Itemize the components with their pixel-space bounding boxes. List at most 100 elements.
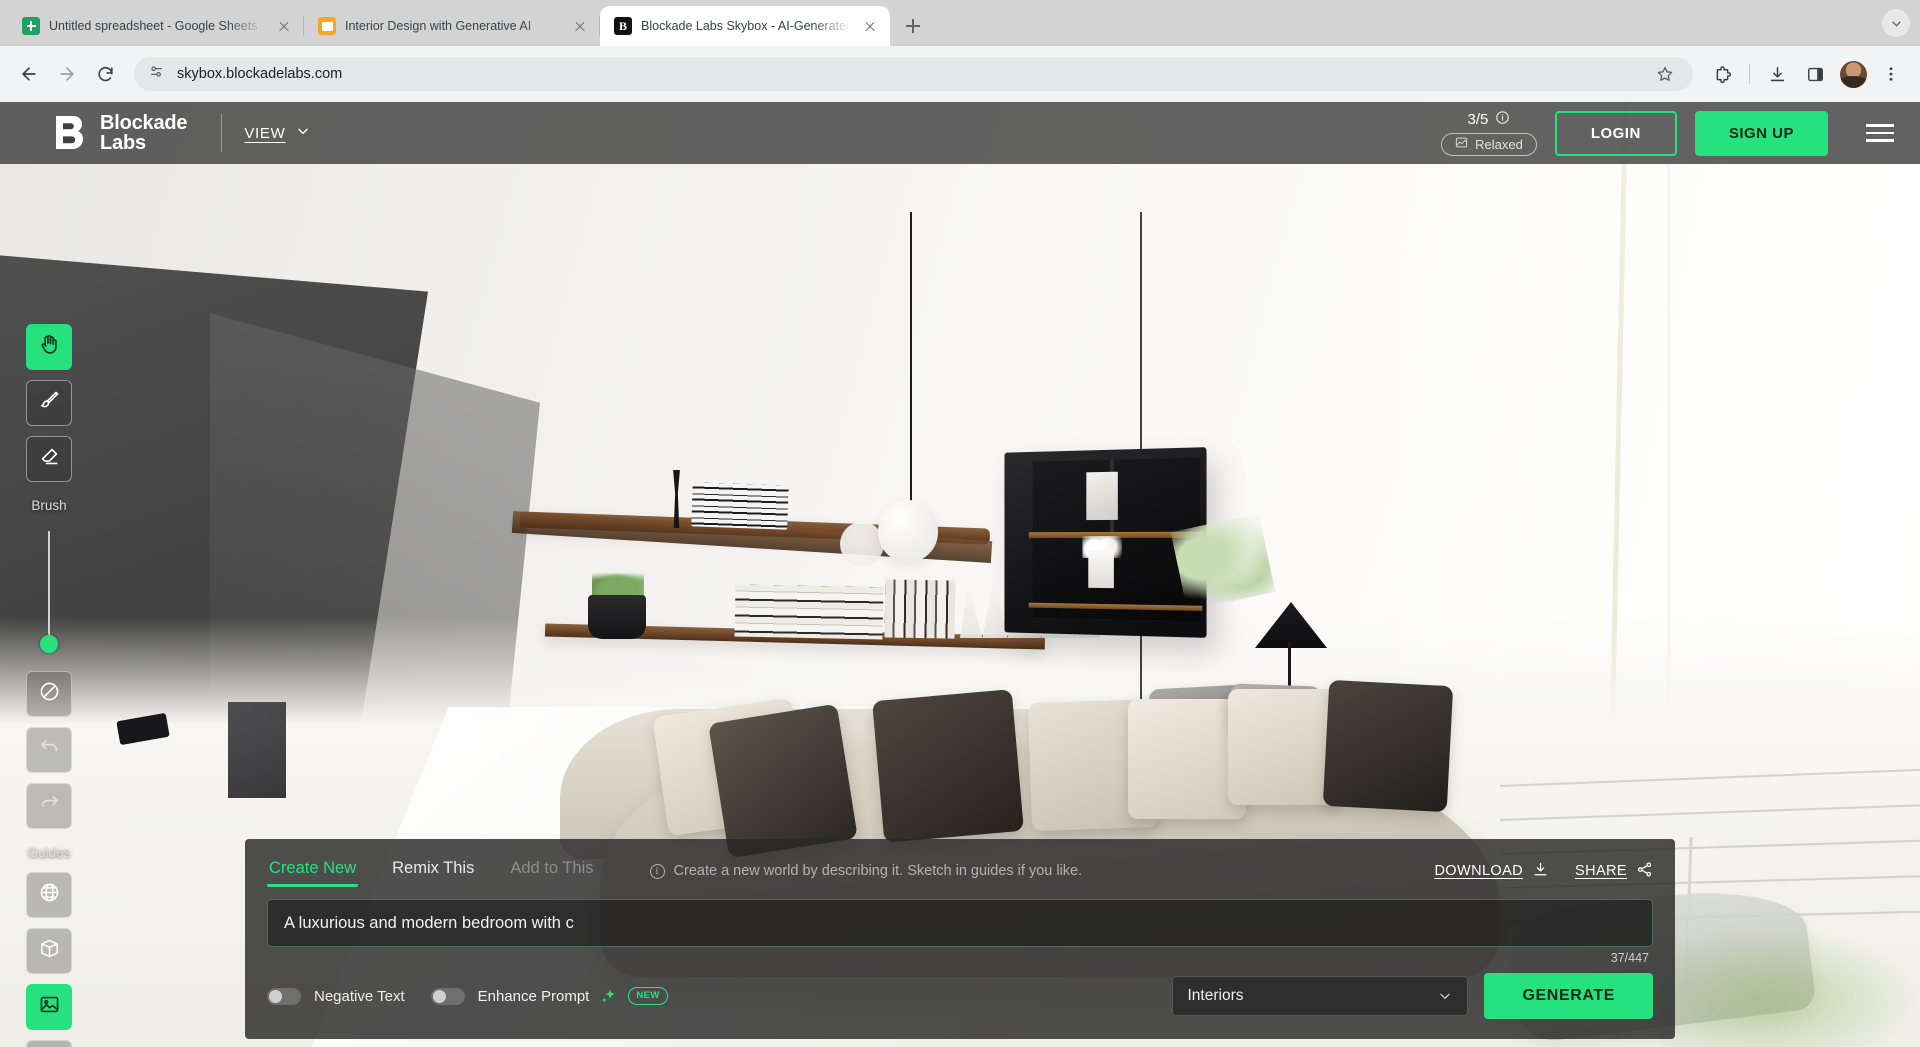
- share-icon: [1636, 861, 1653, 882]
- tab-strip-actions: [1882, 0, 1920, 46]
- back-arrow-icon[interactable]: [12, 57, 46, 91]
- browser-tab-3[interactable]: B Blockade Labs Skybox - AI-Generated 36…: [600, 6, 890, 46]
- chevron-down-icon: [295, 123, 311, 144]
- reload-icon[interactable]: [88, 57, 122, 91]
- close-icon[interactable]: [570, 16, 590, 36]
- generate-button[interactable]: GENERATE: [1484, 973, 1653, 1019]
- download-icon: [1532, 861, 1549, 882]
- browser-tab-1[interactable]: Untitled spreadsheet - Google Sheets: [8, 6, 304, 46]
- prompt-options-row: Negative Text Enhance Prompt NEW Interio…: [267, 973, 1653, 1019]
- style-select[interactable]: Interiors: [1172, 976, 1468, 1016]
- guide-cube[interactable]: [26, 928, 72, 974]
- side-panel-icon[interactable]: [1798, 57, 1832, 91]
- forward-arrow-icon[interactable]: [50, 57, 84, 91]
- browser-tab-2[interactable]: Interior Design with Generative AI: [304, 6, 600, 46]
- tool-rail: Brush Guides: [26, 324, 72, 1047]
- globe-icon: [38, 881, 61, 909]
- prompt-input-wrapper: 37/447: [267, 899, 1653, 947]
- browser-tab-title: Blockade Labs Skybox - AI-Generated 360°…: [641, 19, 851, 33]
- chevron-down-icon[interactable]: [1882, 9, 1910, 37]
- signup-button[interactable]: SIGN UP: [1695, 111, 1828, 156]
- toolbar-divider: [1749, 64, 1750, 84]
- brand-name: Blockade Labs: [100, 113, 187, 154]
- brush-size-slider[interactable]: [48, 531, 50, 651]
- browser-toolbar: skybox.blockadelabs.com: [0, 46, 1920, 102]
- tab-create-new[interactable]: Create New: [267, 855, 358, 887]
- share-label: SHARE: [1575, 863, 1627, 879]
- guide-sphere[interactable]: [26, 872, 72, 918]
- browser-tab-title: Untitled spreadsheet - Google Sheets: [49, 19, 265, 33]
- style-select-value: Interiors: [1187, 987, 1243, 1005]
- guide-depth[interactable]: [26, 1040, 72, 1047]
- credits-row: 3/5: [1468, 110, 1511, 129]
- avatar[interactable]: [1836, 57, 1870, 91]
- sheets-icon: [22, 17, 40, 35]
- brush-size-handle[interactable]: [40, 635, 58, 653]
- queue-icon: [1455, 136, 1468, 152]
- prompt-actions: DOWNLOAD SHARE: [1434, 861, 1653, 882]
- hamburger-menu-icon[interactable]: [1860, 118, 1900, 148]
- site-settings-icon[interactable]: [148, 63, 165, 85]
- prompt-input[interactable]: [267, 899, 1653, 947]
- new-tab-button[interactable]: [898, 11, 928, 41]
- browser-tab-title: Interior Design with Generative AI: [345, 19, 561, 33]
- enhance-prompt-toggle[interactable]: [431, 988, 465, 1005]
- scene-outdoor-greenery: [1660, 927, 1920, 1047]
- negative-text-label: Negative Text: [314, 988, 405, 1005]
- app-header: Blockade Labs VIEW 3/5: [0, 102, 1920, 164]
- queue-status-badge[interactable]: Relaxed: [1441, 133, 1537, 156]
- tab-add-to-this: Add to This: [508, 855, 595, 887]
- address-bar[interactable]: skybox.blockadelabs.com: [134, 57, 1693, 91]
- negative-text-toggle[interactable]: [267, 988, 301, 1005]
- redo-arrow-icon: [38, 792, 61, 820]
- pan-tool[interactable]: [26, 324, 72, 370]
- download-button[interactable]: DOWNLOAD: [1434, 861, 1549, 882]
- brush-label: Brush: [31, 498, 66, 513]
- scene-books-top-shelf: [691, 482, 788, 529]
- info-icon: i: [650, 864, 665, 879]
- redo-tool[interactable]: [26, 783, 72, 829]
- prompt-tabs-row: Create New Remix This Add to This i Crea…: [267, 855, 1653, 887]
- tab-remix-this[interactable]: Remix This: [390, 855, 476, 887]
- brand-line-2: Labs: [100, 132, 146, 154]
- prompt-hint-text: Create a new world by describing it. Ske…: [674, 863, 1083, 879]
- credits-count: 3/5: [1468, 111, 1489, 128]
- scene-books-bottom-shelf: [884, 579, 955, 638]
- guide-image[interactable]: [26, 984, 72, 1030]
- no-entry-icon: [38, 680, 61, 708]
- clear-tool[interactable]: [26, 671, 72, 717]
- blockade-b-logo: [52, 114, 86, 152]
- undo-arrow-icon: [38, 736, 61, 764]
- hand-icon: [38, 333, 61, 361]
- three-dot-menu-icon[interactable]: [1874, 57, 1908, 91]
- brush-tool[interactable]: [26, 380, 72, 426]
- browser-tab-strip: Untitled spreadsheet - Google Sheets Int…: [0, 0, 1920, 46]
- extensions-icon[interactable]: [1705, 57, 1739, 91]
- close-icon[interactable]: [860, 16, 880, 36]
- image-icon: [38, 993, 61, 1021]
- login-button[interactable]: LOGIN: [1555, 111, 1677, 156]
- eraser-tool[interactable]: [26, 436, 72, 482]
- scene-pendant-cord: [910, 212, 912, 512]
- skybox-app: Blockade Labs VIEW 3/5: [0, 102, 1920, 1047]
- scene-pendant-globe-lamp: [878, 500, 938, 562]
- paintbrush-icon: [38, 389, 61, 417]
- credits-block: 3/5 Relaxed: [1441, 110, 1537, 156]
- blockade-icon: B: [614, 17, 632, 35]
- star-icon[interactable]: [1651, 60, 1679, 88]
- share-button[interactable]: SHARE: [1575, 861, 1653, 882]
- undo-tool[interactable]: [26, 727, 72, 773]
- download-icon[interactable]: [1760, 57, 1794, 91]
- new-badge: NEW: [628, 987, 667, 1005]
- scene-books-bottom-shelf: [734, 584, 883, 639]
- eraser-icon: [38, 445, 61, 473]
- document-icon: [318, 17, 336, 35]
- queue-status-label: Relaxed: [1475, 137, 1523, 152]
- info-icon[interactable]: [1495, 110, 1510, 129]
- view-label: VIEW: [244, 125, 285, 142]
- header-actions: 3/5 Relaxed LOGIN SIGN UP: [1441, 110, 1900, 156]
- view-dropdown[interactable]: VIEW: [244, 123, 311, 144]
- brand-line-1: Blockade: [100, 112, 187, 134]
- brand-logo[interactable]: Blockade Labs: [52, 113, 187, 154]
- close-icon[interactable]: [274, 16, 294, 36]
